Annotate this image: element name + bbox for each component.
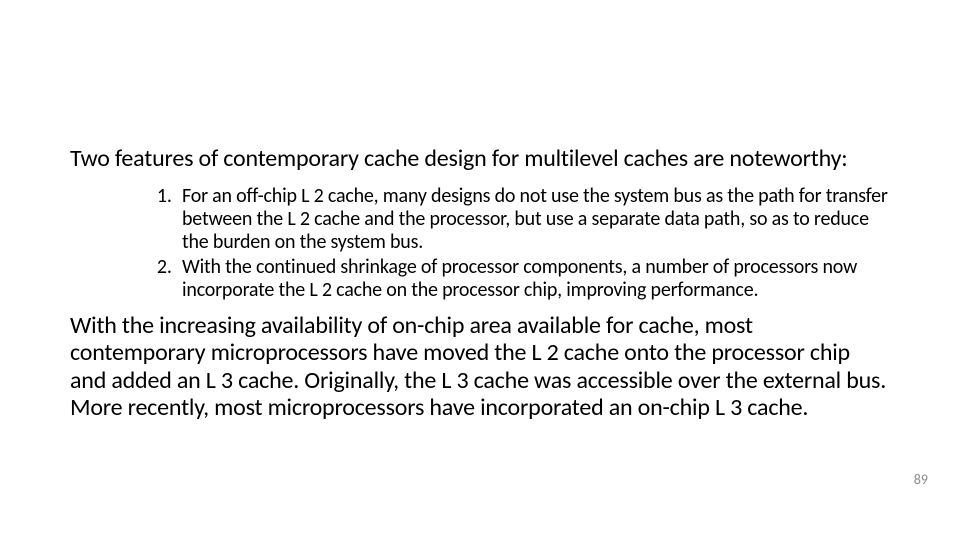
list-item: With the continued shrinkage of processo… [176, 256, 890, 302]
page-number: 89 [914, 471, 928, 488]
slide: Two features of contemporary cache desig… [0, 0, 960, 540]
intro-paragraph: Two features of contemporary cache desig… [70, 145, 890, 173]
closing-paragraph: With the increasing availability of on-c… [70, 312, 890, 422]
numbered-list: For an off-chip L 2 cache, many designs … [70, 185, 890, 302]
list-item: For an off-chip L 2 cache, many designs … [176, 185, 890, 254]
